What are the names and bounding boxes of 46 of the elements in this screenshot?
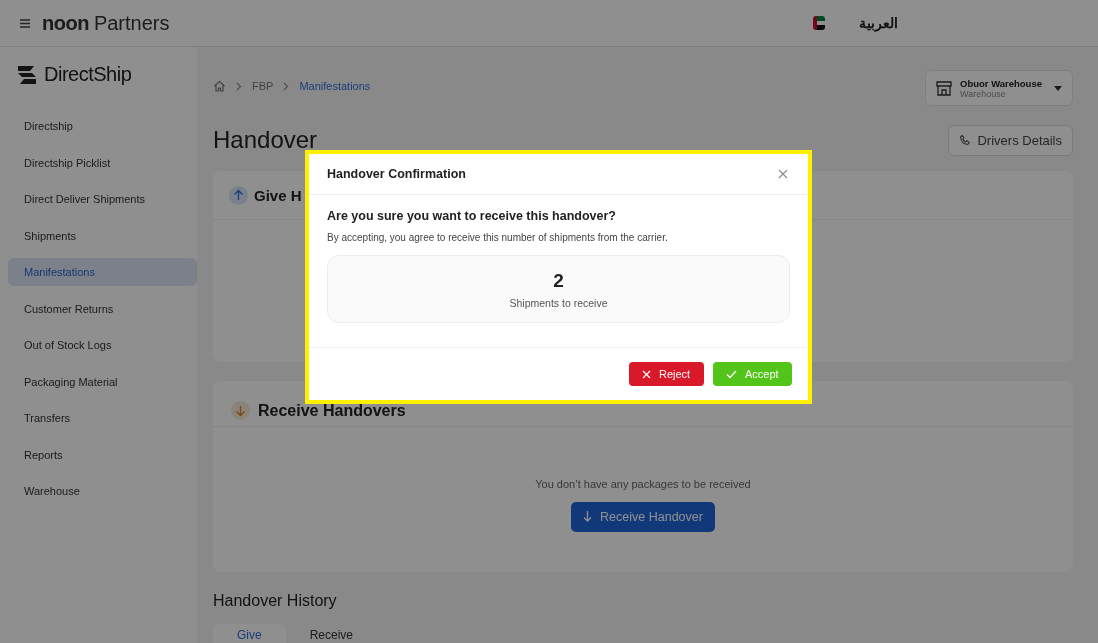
shipment-count-label: Shipments to receive — [509, 296, 608, 309]
home-icon[interactable] — [213, 80, 226, 92]
sidebar-item[interactable]: Warehouse — [8, 477, 197, 505]
sidebar-item[interactable]: Direct Deliver Shipments — [8, 185, 197, 213]
breadcrumb-link[interactable]: Manifestations — [299, 80, 371, 92]
sidebar-item[interactable]: Directship — [8, 112, 197, 140]
card-title: Receive Handovers — [258, 401, 406, 420]
brand-name: noon — [42, 11, 89, 35]
caret-icon — [1054, 85, 1062, 91]
logo-text: DirectShip — [44, 63, 132, 86]
history-tab[interactable]: Give — [213, 624, 286, 643]
menu-icon[interactable] — [20, 18, 30, 28]
sidebar-item[interactable]: Transfers — [8, 404, 197, 432]
receive-handover-button[interactable]: Receive Handover — [571, 501, 715, 532]
sidebar-item[interactable]: Reports — [8, 440, 197, 469]
sidebar-item[interactable]: Out of Stock Logs — [8, 331, 197, 359]
warehouse-selector[interactable]: Obuor Warehouse Warehouse — [925, 70, 1073, 106]
drivers-details-button[interactable]: Drivers Details — [948, 124, 1073, 156]
shipment-count: 2 — [553, 269, 564, 292]
close-icon[interactable] — [776, 167, 790, 181]
history-tab[interactable]: Receive — [285, 624, 378, 643]
reject-button[interactable]: Reject — [629, 362, 704, 386]
down-arrow-icon — [583, 511, 593, 522]
page-title: Handover — [213, 126, 318, 154]
flag-icon[interactable] — [813, 16, 825, 30]
dialog-title: Handover Confirmation — [327, 167, 466, 181]
sidebar-item[interactable]: Customer Returns — [8, 294, 197, 323]
section-title: Handover History — [213, 592, 338, 610]
close-icon — [642, 369, 651, 379]
dialog-description: By accepting, you agree to receive this number of shipments from the carrier. — [327, 232, 669, 243]
chevron-icon — [236, 81, 242, 91]
language-link[interactable]: العربية — [859, 15, 898, 31]
phone-icon — [959, 134, 972, 146]
dialog-question: Are you sure you want to receive this handover? — [327, 209, 617, 223]
sidebar-item[interactable]: Shipments — [8, 221, 197, 250]
sidebar-item[interactable]: Manifestations — [8, 258, 197, 286]
chevron-icon — [283, 81, 290, 91]
logo-icon — [16, 63, 38, 86]
empty-message: You don’t have any packages to be received — [535, 477, 751, 490]
card-title: Give H — [254, 186, 302, 204]
sidebar-item[interactable]: Packaging Material — [8, 367, 197, 396]
check-icon — [726, 369, 737, 379]
breadcrumb-link[interactable]: FBP — [252, 80, 274, 92]
brand-subtitle: Partners — [93, 11, 170, 35]
store-icon — [936, 80, 952, 96]
sidebar-item[interactable]: Directship Picklist — [8, 148, 197, 177]
